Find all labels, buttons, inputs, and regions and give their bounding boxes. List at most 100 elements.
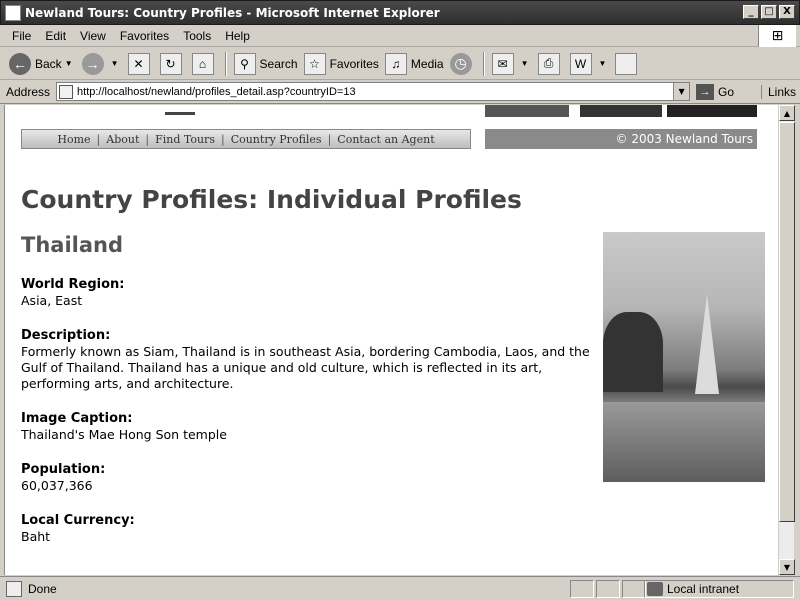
refresh-button[interactable]: ↻ (157, 50, 189, 78)
world-region-value: Asia, East (21, 293, 83, 308)
window-title: Newland Tours: Country Profiles - Micros… (25, 5, 440, 20)
page-icon (59, 84, 74, 99)
page-viewport: Home | About | Find Tours | Country Prof… (4, 105, 778, 575)
back-label: Back (35, 56, 62, 71)
home-icon: ⌂ (191, 52, 214, 75)
media-label: Media (410, 56, 444, 71)
scroll-up-icon[interactable]: ▲ (779, 105, 795, 121)
forward-arrow-icon: → (81, 52, 104, 75)
photo-lake-reflection (603, 402, 765, 482)
go-button[interactable]: → Go (696, 83, 735, 100)
scroll-thumb[interactable] (779, 122, 795, 522)
edit-button[interactable]: W ▼ (567, 50, 613, 78)
banner-logo-fragment (165, 105, 195, 115)
menu-edit[interactable]: Edit (38, 29, 73, 43)
status-panel (622, 580, 646, 598)
back-button[interactable]: ← Back ▼ (6, 50, 79, 78)
header-banner (5, 105, 778, 117)
menu-view[interactable]: View (73, 29, 113, 43)
country-name: Thailand (21, 233, 123, 257)
back-dropdown-icon[interactable]: ▼ (65, 59, 73, 68)
media-icon: ♫ (384, 52, 407, 75)
close-button[interactable]: X (779, 5, 795, 19)
local-currency-value: Baht (21, 529, 51, 544)
star-icon: ☆ (303, 52, 326, 75)
menu-tools[interactable]: Tools (176, 29, 218, 43)
photo-temple (695, 294, 719, 394)
world-region-label: World Region: (21, 277, 125, 292)
print-button[interactable]: ⎙ (535, 50, 567, 78)
description-label: Description: (21, 328, 111, 343)
population-value: 60,037,366 (21, 478, 93, 493)
ie-app-icon (5, 4, 21, 21)
mail-dropdown-icon[interactable]: ▼ (521, 59, 529, 68)
vertical-scrollbar[interactable]: ▲ ▼ (778, 105, 795, 575)
banner-photo (485, 105, 569, 117)
stop-icon: ✕ (127, 52, 150, 75)
refresh-icon: ↻ (159, 52, 182, 75)
go-arrow-icon: → (696, 83, 715, 100)
population-label: Population: (21, 462, 106, 477)
address-input[interactable]: http://localhost/newland/profiles_detail… (56, 82, 691, 101)
word-edit-icon: W (569, 52, 592, 75)
menu-help[interactable]: Help (218, 29, 257, 43)
image-caption-value: Thailand's Mae Hong Son temple (21, 427, 227, 442)
local-currency-label: Local Currency: (21, 513, 135, 528)
stop-button[interactable]: ✕ (125, 50, 157, 78)
country-photo (603, 232, 765, 482)
home-button[interactable]: ⌂ (189, 50, 221, 78)
history-icon: ◷ (449, 52, 472, 75)
printer-icon: ⎙ (537, 52, 560, 75)
note-icon (615, 52, 638, 75)
menu-file[interactable]: File (0, 29, 38, 43)
history-button[interactable]: ◷ (447, 50, 479, 78)
scroll-down-icon[interactable]: ▼ (779, 559, 795, 575)
status-panels (570, 580, 648, 598)
status-panel (596, 580, 620, 598)
window-controls: _ □ X (743, 5, 795, 19)
status-panel (570, 580, 594, 598)
intranet-icon (647, 582, 663, 596)
nav-contact-agent[interactable]: Contact an Agent (331, 133, 440, 146)
nav-country-profiles[interactable]: Country Profiles (225, 133, 328, 146)
mail-icon: ✉ (491, 52, 514, 75)
go-label: Go (718, 84, 735, 99)
links-button[interactable]: Links (760, 84, 796, 99)
forward-dropdown-icon[interactable]: ▼ (111, 59, 119, 68)
favorites-label: Favorites (329, 56, 379, 71)
media-button[interactable]: ♫ Media (382, 50, 447, 78)
window-title-bar: Newland Tours: Country Profiles - Micros… (0, 0, 800, 25)
windows-logo-icon: ⊞ (758, 25, 796, 47)
banner-photo (580, 105, 662, 117)
edit-dropdown-icon[interactable]: ▼ (599, 59, 607, 68)
copyright-banner: © 2003 Newland Tours (485, 129, 757, 149)
status-bar: Done Local intranet (0, 576, 800, 600)
menu-favorites[interactable]: Favorites (113, 29, 176, 43)
banner-photo (667, 105, 757, 117)
address-dropdown-icon[interactable]: ▼ (673, 83, 690, 100)
minimize-button[interactable]: _ (743, 5, 759, 19)
page-title: Country Profiles: Individual Profiles (21, 185, 522, 214)
image-caption-label: Image Caption: (21, 411, 133, 426)
discuss-button[interactable] (612, 50, 644, 78)
nav-about[interactable]: About (100, 133, 145, 146)
toolbar: ← Back ▼ → ▼ ✕ ↻ ⌂ ⚲ Search ☆ Favorites … (0, 48, 800, 80)
mail-button[interactable]: ✉ ▼ (489, 50, 535, 78)
description-value: Formerly known as Siam, Thailand is in s… (21, 344, 590, 391)
menu-bar: File Edit View Favorites Tools Help ⊞ (0, 25, 800, 47)
security-zone: Local intranet (644, 580, 794, 598)
page-status-icon (6, 580, 22, 597)
nav-find-tours[interactable]: Find Tours (149, 133, 221, 146)
nav-home[interactable]: Home (51, 133, 96, 146)
zone-label: Local intranet (667, 582, 740, 596)
search-button[interactable]: ⚲ Search (231, 50, 301, 78)
address-url[interactable]: http://localhost/newland/profiles_detail… (77, 86, 673, 98)
search-label: Search (259, 56, 298, 71)
address-label: Address (6, 84, 51, 99)
favorites-button[interactable]: ☆ Favorites (301, 50, 382, 78)
search-icon: ⚲ (233, 52, 256, 75)
toolbar-separator (482, 51, 485, 76)
status-text: Done (28, 581, 57, 596)
maximize-button[interactable]: □ (761, 5, 777, 19)
forward-button[interactable]: → ▼ (79, 50, 125, 78)
